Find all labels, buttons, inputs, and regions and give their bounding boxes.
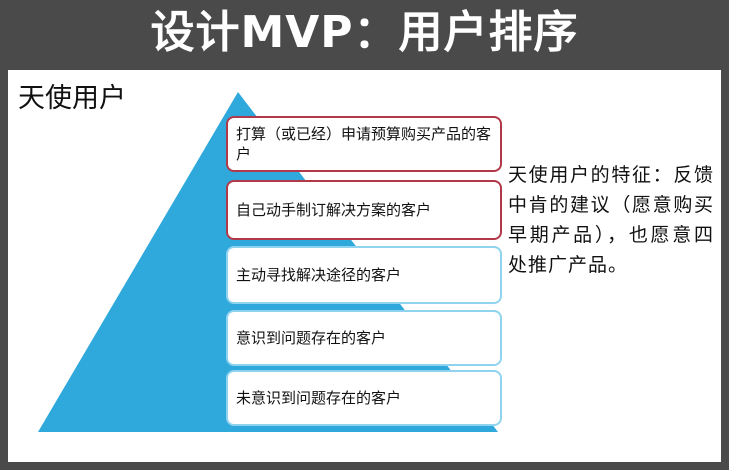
pyramid-level-2: 自己动手制订解决方案的客户 bbox=[226, 180, 502, 240]
slide: 设计MVP：用户排序 天使用户 打算（或已经）申请预算购买产品的客户 自己动手制… bbox=[0, 0, 729, 470]
pyramid-level-label: 自己动手制订解决方案的客户 bbox=[236, 201, 432, 219]
pyramid-level-label: 未意识到问题存在的客户 bbox=[236, 389, 402, 407]
slide-title: 设计MVP：用户排序 bbox=[150, 7, 579, 58]
pyramid-level-label: 打算（或已经）申请预算购买产品的客户 bbox=[236, 125, 492, 163]
pyramid-level-3: 主动寻找解决途径的客户 bbox=[226, 246, 502, 304]
content-panel: 天使用户 打算（或已经）申请预算购买产品的客户 自己动手制订解决方案的客户 主动… bbox=[8, 70, 721, 462]
angel-user-description: 天使用户的特征：反馈中肯的建议（愿意购买早期产品），也愿意四处推广产品。 bbox=[508, 164, 714, 276]
pyramid-level-label: 主动寻找解决途径的客户 bbox=[236, 266, 402, 284]
angel-users-heading: 天使用户 bbox=[18, 83, 126, 114]
pyramid-level-label: 意识到问题存在的客户 bbox=[236, 329, 387, 347]
pyramid-level-4: 意识到问题存在的客户 bbox=[226, 310, 502, 366]
pyramid-level-5: 未意识到问题存在的客户 bbox=[226, 370, 502, 426]
pyramid-level-1: 打算（或已经）申请预算购买产品的客户 bbox=[226, 116, 502, 172]
